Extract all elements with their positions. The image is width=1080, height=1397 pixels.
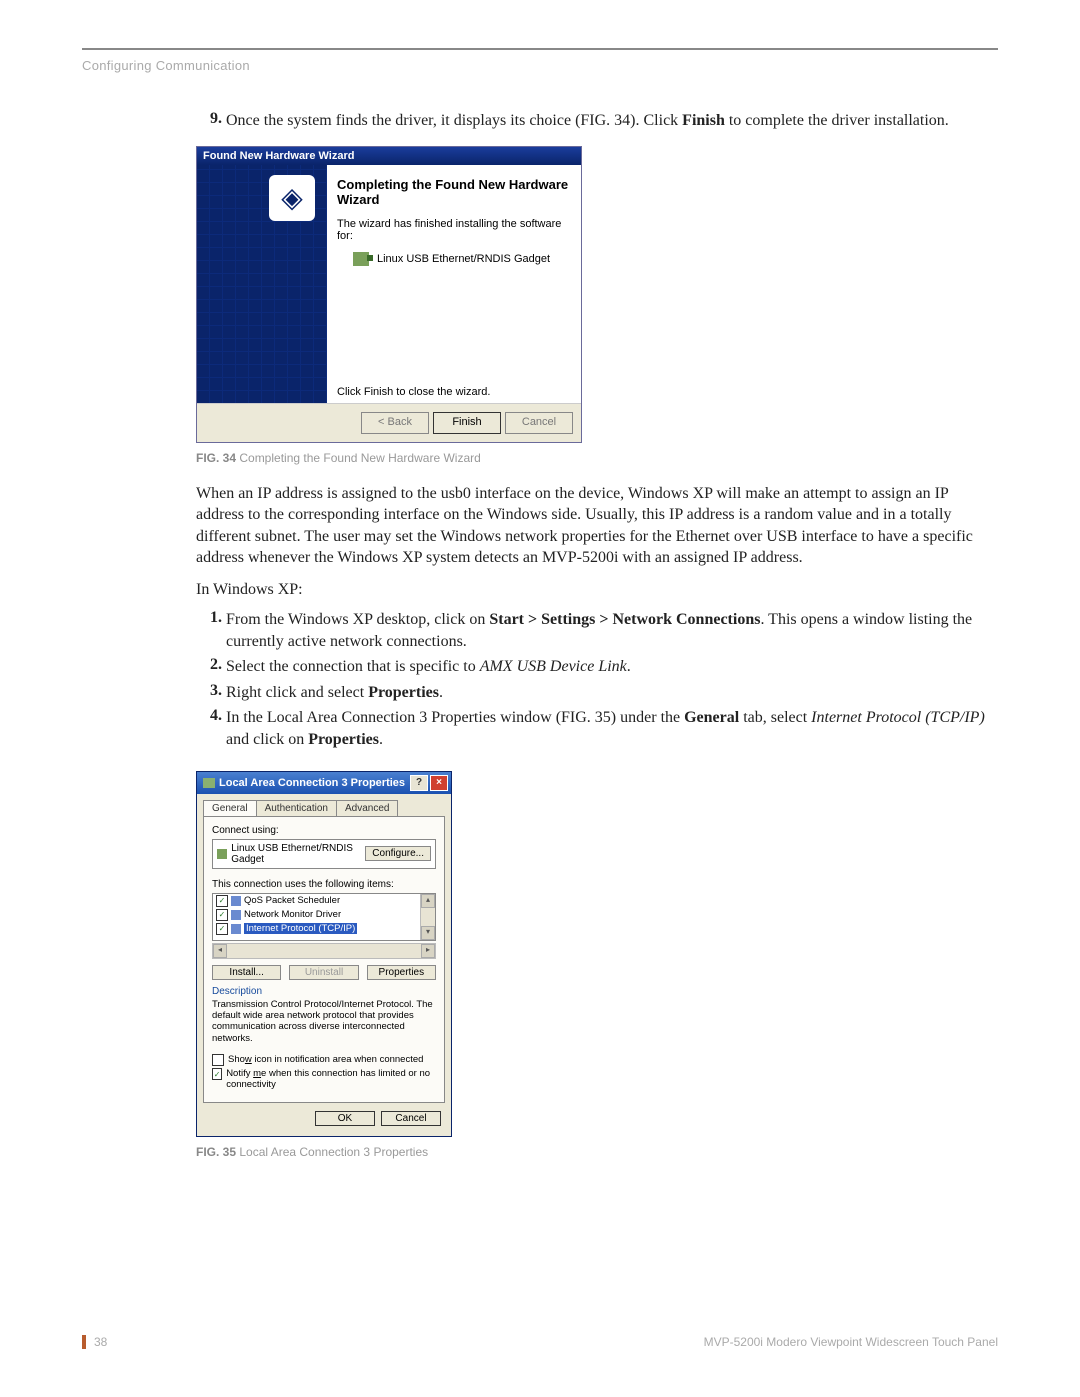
item-checkbox[interactable]: ✓: [216, 909, 228, 921]
notify-label: Notify me when this connection has limit…: [226, 1068, 436, 1090]
step-number: 1.: [196, 609, 226, 652]
wizard-close-text: Click Finish to close the wizard.: [337, 386, 571, 398]
tab-authentication[interactable]: Authentication: [256, 800, 337, 816]
item-checkbox[interactable]: ✓: [216, 895, 228, 907]
properties-titlebar: Local Area Connection 3 Properties ? ×: [197, 772, 451, 794]
step-text: In the Local Area Connection 3 Propertie…: [226, 707, 998, 750]
ok-button[interactable]: OK: [315, 1111, 375, 1126]
nic-icon: [217, 849, 227, 859]
wizard-sidebar-graphic: ◈: [197, 165, 327, 403]
close-button[interactable]: ×: [430, 775, 448, 791]
wizard-subtext: The wizard has finished installing the s…: [337, 218, 571, 242]
list-item: 4.In the Local Area Connection 3 Propert…: [196, 707, 998, 750]
protocol-icon: [231, 910, 241, 920]
scroll-right-icon[interactable]: ▸: [421, 944, 435, 958]
list-item[interactable]: ✓ QoS Packet Scheduler: [213, 894, 435, 908]
finish-button[interactable]: Finish: [433, 412, 501, 434]
scroll-down-icon[interactable]: ▾: [421, 926, 435, 940]
figure-34-caption: FIG. 34 Completing the Found New Hardwar…: [196, 451, 998, 465]
vertical-scrollbar[interactable]: ▴ ▾: [420, 894, 435, 940]
step-text: Once the system finds the driver, it dis…: [226, 110, 998, 132]
footer-title: MVP-5200i Modero Viewpoint Widescreen To…: [704, 1335, 998, 1349]
figure-35-properties-dialog: Local Area Connection 3 Properties ? × G…: [196, 771, 452, 1138]
step-text: Select the connection that is specific t…: [226, 656, 998, 678]
step-text: Right click and select Properties.: [226, 682, 998, 704]
network-device-icon: [353, 252, 369, 266]
uninstall-button[interactable]: Uninstall: [289, 965, 358, 980]
step-number: 3.: [196, 682, 226, 704]
wizard-titlebar: Found New Hardware Wizard: [197, 147, 581, 165]
description-text: Transmission Control Protocol/Internet P…: [212, 999, 436, 1045]
figure-35-caption: FIG. 35 Local Area Connection 3 Properti…: [196, 1145, 998, 1159]
list-item: 1.From the Windows XP desktop, click on …: [196, 609, 998, 652]
protocol-icon: [231, 896, 241, 906]
tab-advanced[interactable]: Advanced: [336, 800, 398, 816]
items-label: This connection uses the following items…: [212, 879, 436, 890]
list-item[interactable]: ✓ Internet Protocol (TCP/IP): [213, 922, 435, 936]
item-label: QoS Packet Scheduler: [244, 895, 340, 906]
horizontal-scrollbar[interactable]: ◂ ▸: [212, 943, 436, 959]
footer-accent-bar: [82, 1335, 86, 1349]
back-button[interactable]: < Back: [361, 412, 429, 434]
properties-button[interactable]: Properties: [367, 965, 436, 980]
page-footer: 38 MVP-5200i Modero Viewpoint Widescreen…: [82, 1335, 998, 1349]
description-label: Description: [212, 986, 436, 997]
step-number: 9.: [196, 110, 226, 132]
show-icon-checkbox[interactable]: [212, 1054, 224, 1066]
configure-button[interactable]: Configure...: [365, 846, 431, 861]
tab-general[interactable]: General: [203, 800, 257, 816]
scroll-left-icon[interactable]: ◂: [213, 944, 227, 958]
item-label: Network Monitor Driver: [244, 909, 341, 920]
wizard-device-name: Linux USB Ethernet/RNDIS Gadget: [377, 253, 550, 265]
show-icon-label: Show icon in notification area when conn…: [228, 1054, 423, 1065]
step-number: 2.: [196, 656, 226, 678]
body-paragraph-2: In Windows XP:: [196, 581, 998, 599]
protocol-icon: [231, 924, 241, 934]
list-item: 2.Select the connection that is specific…: [196, 656, 998, 678]
item-label: Internet Protocol (TCP/IP): [244, 923, 357, 934]
scroll-up-icon[interactable]: ▴: [421, 894, 435, 908]
page-number: 38: [94, 1335, 107, 1349]
nic-field: Linux USB Ethernet/RNDIS Gadget: [217, 843, 365, 865]
step-number: 4.: [196, 707, 226, 750]
connection-icon: [203, 778, 215, 788]
cancel-button-2[interactable]: Cancel: [381, 1111, 441, 1126]
body-paragraph-1: When an IP address is assigned to the us…: [196, 483, 998, 569]
install-button[interactable]: Install...: [212, 965, 281, 980]
step-text: From the Windows XP desktop, click on St…: [226, 609, 998, 652]
connect-using-label: Connect using:: [212, 825, 436, 836]
item-checkbox[interactable]: ✓: [216, 923, 228, 935]
wizard-heading: Completing the Found New Hardware Wizard: [337, 177, 571, 208]
wizard-logo-icon: ◈: [269, 175, 315, 221]
header-section: Configuring Communication: [82, 58, 250, 73]
step-9: 9. Once the system finds the driver, it …: [196, 110, 998, 132]
notify-checkbox[interactable]: ✓: [212, 1068, 222, 1080]
top-rule: [82, 48, 998, 50]
list-item[interactable]: ✓ Network Monitor Driver: [213, 908, 435, 922]
properties-title-text: Local Area Connection 3 Properties: [219, 777, 405, 789]
figure-34-wizard-window: Found New Hardware Wizard ◈ Completing t…: [196, 146, 582, 443]
items-listbox[interactable]: ✓ QoS Packet Scheduler ✓ Network Monitor Dr…: [212, 893, 436, 941]
help-button[interactable]: ?: [410, 775, 428, 791]
cancel-button[interactable]: Cancel: [505, 412, 573, 434]
list-item: 3.Right click and select Properties.: [196, 682, 998, 704]
